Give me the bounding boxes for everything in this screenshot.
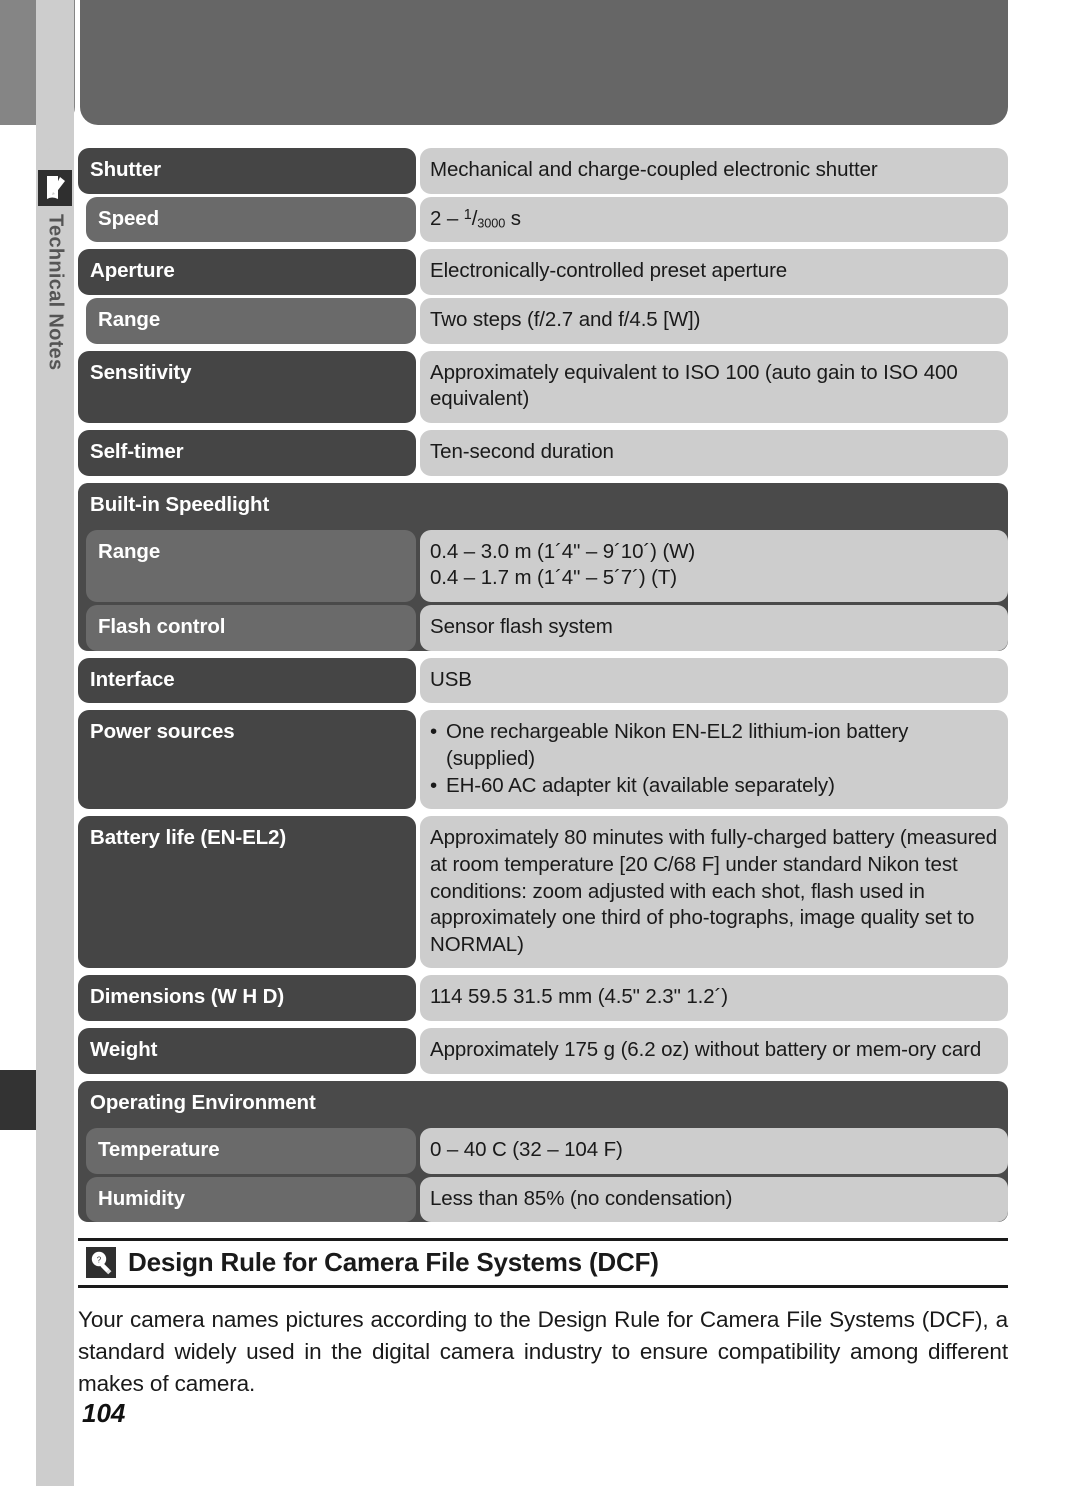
spec-label: Range (86, 529, 416, 603)
spec-value (420, 483, 1008, 528)
sidebar-chapter-label: Technical Notes (36, 214, 74, 444)
table-row: Aperture Electronically-controlled preset… (78, 249, 1008, 295)
spec-value: Approximately equivalent to ISO 100 (aut… (420, 350, 1008, 423)
spec-label: Operating Environment (78, 1080, 416, 1126)
spec-value-line: 0.4 – 3.0 m (1´4ʺ – 9´10´) (W) (430, 539, 696, 563)
table-row: Dimensions (W H D) 114 59.5 31.5 mm (4.5ʺ… (78, 975, 1008, 1022)
tip-lightbulb-icon: ? (86, 1247, 116, 1278)
spec-group-operating-environment: Operating Environment Temperature 0 – 40 C… (78, 1080, 1008, 1223)
table-row: Speed 2 – 1/3000 s (78, 196, 1008, 243)
table-row: Self-timer Ten-second duration (78, 429, 1008, 476)
spec-value: Ten-second duration (420, 429, 1008, 476)
page-number: 104 (82, 1398, 126, 1428)
table-row: Range Two steps (f/2.7 and f/4.5 [W]) (78, 297, 1008, 344)
spec-label: Shutter (78, 148, 416, 194)
spec-group-weight: Weight Approximately 175 g (6.2 oz) witho… (78, 1028, 1008, 1074)
spec-label: Humidity (86, 1176, 416, 1223)
spec-label: Self-timer (78, 429, 416, 476)
spec-group-sensitivity: Sensitivity Approximately equivalent to I… (78, 350, 1008, 423)
table-row: Temperature 0 – 40 C (32 – 104 F) (78, 1127, 1008, 1174)
spec-value: 0.4 – 3.0 m (1´4ʺ – 9´10´) (W) 0.4 – 1.7 … (420, 529, 1008, 603)
dcf-rule-bottom (78, 1285, 1008, 1288)
spec-label: Flash control (86, 605, 416, 651)
table-row: Battery life (EN-EL2) Approximately 80 mi… (78, 816, 1008, 969)
spec-label: Temperature (86, 1127, 416, 1174)
spec-group-shutter: Shutter Mechanical and charge-coupled ele… (78, 148, 1008, 243)
dcf-title: Design Rule for Camera File Systems (DCF… (128, 1247, 659, 1277)
spec-value-line: 0.4 – 1.7 m (1´4ʺ – 5´7´) (T) (430, 566, 678, 590)
sidebar-chapter-label-text: Technical Notes (44, 214, 67, 371)
spec-value: Electronically-controlled preset apertur… (420, 249, 1008, 295)
spec-label: Battery life (EN-EL2) (78, 816, 416, 969)
spec-group-power-sources: Power sources One rechargeable Nikon EN-E… (78, 710, 1008, 810)
spec-label: Weight (78, 1028, 416, 1074)
spec-group-dimensions: Dimensions (W H D) 114 59.5 31.5 mm (4.5ʺ… (78, 975, 1008, 1022)
notes-pencil-icon (38, 170, 72, 206)
table-row: Humidity Less than 85% (no condensation) (78, 1176, 1008, 1223)
table-row: Range 0.4 – 3.0 m (1´4ʺ – 9´10´) (W) 0.4 –… (78, 529, 1008, 603)
spec-value: One rechargeable Nikon EN-EL2 lithium-io… (420, 710, 1008, 810)
spec-group-built-in-speedlight: Built-in Speedlight Range 0.4 – 3.0 m (1´4… (78, 482, 1008, 651)
specifications-table: Shutter Mechanical and charge-coupled ele… (78, 148, 1008, 1229)
spec-value: USB (420, 657, 1008, 704)
spec-value: 114 59.5 31.5 mm (4.5ʺ 2.3ʺ 1.2´) (420, 975, 1008, 1022)
spec-value: Approximately 80 minutes with fully-char… (420, 816, 1008, 969)
spec-label: Range (86, 297, 416, 344)
dcf-heading: ? Design Rule for Camera File Systems (D… (78, 1245, 1008, 1282)
spec-label: Sensitivity (78, 350, 416, 423)
previous-table-right-block (80, 0, 1008, 125)
page-edge-marker (0, 1070, 36, 1130)
spec-label: Dimensions (W H D) (78, 975, 416, 1022)
table-row: Power sources One rechargeable Nikon EN-E… (78, 710, 1008, 810)
spec-value: Approximately 175 g (6.2 oz) without bat… (420, 1028, 1008, 1074)
dcf-body-text: Your camera names pictures according to … (78, 1307, 1008, 1397)
table-row: Flash control Sensor flash system (78, 605, 1008, 651)
spec-value-bullets: One rechargeable Nikon EN-EL2 lithium-io… (430, 719, 998, 799)
spec-label: Power sources (78, 710, 416, 810)
spec-group-interface: Interface USB (78, 657, 1008, 704)
shutter-speed-fraction: 2 – 1/3000 s (430, 206, 521, 230)
spec-value: Mechanical and charge-coupled electronic… (420, 148, 1008, 194)
dcf-rule-top (78, 1238, 1008, 1241)
table-row: Weight Approximately 175 g (6.2 oz) witho… (78, 1028, 1008, 1074)
table-row: Built-in Speedlight (78, 482, 1008, 528)
table-row: Shutter Mechanical and charge-coupled ele… (78, 148, 1008, 194)
spec-group-self-timer: Self-timer Ten-second duration (78, 429, 1008, 476)
list-item: EH-60 AC adapter kit (available separate… (430, 773, 998, 800)
spec-value: Less than 85% (no condensation) (420, 1176, 1008, 1223)
spec-value: 0 – 40 C (32 – 104 F) (420, 1127, 1008, 1174)
spec-value: Sensor flash system (420, 605, 1008, 651)
dcf-section: ? Design Rule for Camera File Systems (D… (78, 1238, 1008, 1401)
spec-label: Built-in Speedlight (78, 482, 416, 528)
list-item: One rechargeable Nikon EN-EL2 lithium-io… (430, 719, 998, 772)
spec-label: Aperture (78, 249, 416, 295)
table-row: Interface USB (78, 657, 1008, 704)
table-row: Sensitivity Approximately equivalent to I… (78, 350, 1008, 423)
spec-value: 2 – 1/3000 s (420, 196, 1008, 243)
spec-label: Speed (86, 196, 416, 243)
spec-group-aperture: Aperture Electronically-controlled preset… (78, 249, 1008, 344)
spec-group-battery-life: Battery life (EN-EL2) Approximately 80 mi… (78, 816, 1008, 969)
svg-text:?: ? (97, 1256, 102, 1265)
spec-value (420, 1081, 1008, 1126)
table-row: Operating Environment (78, 1080, 1008, 1126)
spec-value: Two steps (f/2.7 and f/4.5 [W]) (420, 297, 1008, 344)
spec-label: Interface (78, 657, 416, 704)
